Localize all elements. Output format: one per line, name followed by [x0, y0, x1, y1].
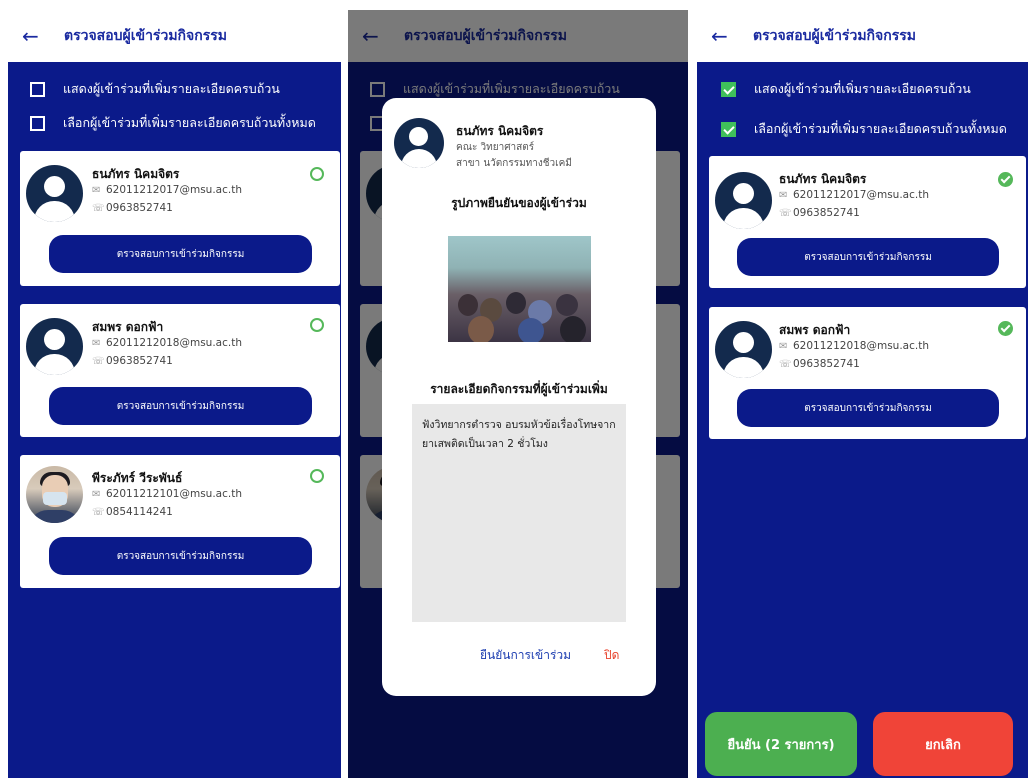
page-title: ตรวจสอบผู้เข้าร่วมกิจกรรม	[753, 28, 916, 44]
select-all-checkbox-checked[interactable]	[721, 121, 736, 137]
participant-email: ✉ 62011212017@msu.ac.th	[92, 184, 242, 196]
app-bar: ← ตรวจสอบผู้เข้าร่วมกิจกรรม	[697, 10, 1028, 62]
confirmation-photo[interactable]	[448, 236, 591, 342]
page-title: ตรวจสอบผู้เข้าร่วมกิจกรรม	[64, 28, 227, 44]
show-details-option[interactable]: แสดงผู้เข้าร่วมที่เพิ่มรายละเอียดครบถ้วน	[8, 72, 341, 106]
verify-button[interactable]: ตรวจสอบการเข้าร่วมกิจกรรม	[49, 537, 312, 575]
avatar	[715, 172, 772, 229]
phone-icon: ☏	[92, 506, 105, 518]
select-all-option[interactable]: เลือกผู้เข้าร่วมที่เพิ่มรายละเอียดครบถ้ว…	[697, 112, 1028, 146]
cancel-selection-button[interactable]: ยกเลิก	[873, 712, 1013, 776]
select-circle[interactable]	[310, 167, 324, 181]
mail-icon: ✉	[779, 189, 788, 201]
phone-icon: ☏	[92, 202, 105, 214]
participant-name: พีระภัทร์ วีระพันธ์	[92, 471, 183, 485]
close-button[interactable]: ปิด	[604, 646, 619, 665]
participant-phone: ☏ 0854114241	[92, 506, 173, 518]
avatar	[26, 318, 83, 375]
app-bar: ← ตรวจสอบผู้เข้าร่วมกิจกรรม	[8, 10, 341, 62]
phone-icon: ☏	[779, 207, 792, 219]
mail-icon: ✉	[92, 337, 101, 349]
participant-card: สมพร ดอกฟ้า ✉ 62011212018@msu.ac.th ☏ 0963…	[20, 304, 340, 437]
participant-card-selected: สมพร ดอกฟ้า ✉ 62011212018@msu.ac.th ☏ 0963…	[709, 307, 1026, 439]
mail-icon: ✉	[92, 184, 101, 196]
show-details-label: แสดงผู้เข้าร่วมที่เพิ่มรายละเอียดครบถ้วน	[754, 81, 971, 96]
participant-detail-dialog: ธนภัทร นิคมจิตร คณะ วิทยาศาสตร์ สาขา นวั…	[382, 98, 656, 696]
participant-phone: ☏ 0963852741	[779, 207, 860, 219]
select-circle[interactable]	[310, 469, 324, 483]
photo-section-title: รูปภาพยืนยันของผู้เข้าร่วม	[451, 196, 587, 210]
mail-icon: ✉	[779, 340, 788, 352]
avatar-photo	[26, 466, 83, 523]
activity-detail-text: ฟังวิทยากรตำรวจ อบรมหัวข้อเรื่องโทษจากยา…	[422, 419, 616, 450]
avatar	[715, 321, 772, 378]
verify-button[interactable]: ตรวจสอบการเข้าร่วมกิจกรรม	[737, 389, 999, 427]
show-details-checkbox-checked[interactable]	[721, 81, 736, 97]
participant-phone: ☏ 0963852741	[92, 355, 173, 367]
detail-section-title: รายละเอียดกิจกรรมที่ผู้เข้าร่วมเพิ่ม	[430, 382, 608, 396]
participant-card-selected: ธนภัทร นิคมจิตร ✉ 62011212017@msu.ac.th ☏…	[709, 156, 1026, 288]
show-details-option[interactable]: แสดงผู้เข้าร่วมที่เพิ่มรายละเอียดครบถ้วน	[697, 72, 1028, 106]
dialog-participant-name: ธนภัทร นิคมจิตร	[456, 124, 544, 138]
avatar	[26, 165, 83, 222]
select-all-label: เลือกผู้เข้าร่วมที่เพิ่มรายละเอียดครบถ้ว…	[63, 115, 316, 130]
verify-button[interactable]: ตรวจสอบการเข้าร่วมกิจกรรม	[737, 238, 999, 276]
participant-card: พีระภัทร์ วีระพันธ์ ✉ 62011212101@msu.ac.…	[20, 455, 340, 588]
select-all-option[interactable]: เลือกผู้เข้าร่วมที่เพิ่มรายละเอียดครบถ้ว…	[8, 106, 341, 140]
verify-button[interactable]: ตรวจสอบการเข้าร่วมกิจกรรม	[49, 235, 312, 273]
verify-button[interactable]: ตรวจสอบการเข้าร่วมกิจกรรม	[49, 387, 312, 425]
participant-card: ธนภัทร นิคมจิตร ✉ 62011212017@msu.ac.th ☏…	[20, 151, 340, 286]
avatar	[394, 118, 444, 168]
screen-selected: ← ตรวจสอบผู้เข้าร่วมกิจกรรม แสดงผู้เข้าร…	[697, 10, 1028, 778]
back-arrow-icon[interactable]: ←	[22, 24, 50, 48]
confirm-participation-button[interactable]: ยืนยันการเข้าร่วม	[480, 646, 571, 665]
dialog-major: สาขา นวัตกรรมทางชีวเคมี	[456, 158, 572, 169]
phone-icon: ☏	[92, 355, 105, 367]
participant-name: สมพร ดอกฟ้า	[92, 320, 164, 334]
dialog-faculty: คณะ วิทยาศาสตร์	[456, 142, 535, 153]
participant-email: ✉ 62011212018@msu.ac.th	[92, 337, 242, 349]
participant-phone: ☏ 0963852741	[779, 358, 860, 370]
phone-icon: ☏	[779, 358, 792, 370]
selected-check-icon[interactable]	[998, 172, 1013, 187]
selected-check-icon[interactable]	[998, 321, 1013, 336]
participant-name: สมพร ดอกฟ้า	[779, 323, 851, 337]
participant-email: ✉ 62011212017@msu.ac.th	[779, 189, 929, 201]
participant-email: ✉ 62011212101@msu.ac.th	[92, 488, 242, 500]
show-details-label: แสดงผู้เข้าร่วมที่เพิ่มรายละเอียดครบถ้วน	[63, 81, 280, 96]
confirm-selection-button[interactable]: ยืนยัน (2 รายการ)	[705, 712, 857, 776]
participant-email: ✉ 62011212018@msu.ac.th	[779, 340, 929, 352]
select-all-checkbox[interactable]	[30, 115, 45, 131]
participant-name: ธนภัทร นิคมจิตร	[92, 167, 180, 181]
select-circle[interactable]	[310, 318, 324, 332]
show-details-checkbox[interactable]	[30, 81, 45, 97]
screen-modal: ← ตรวจสอบผู้เข้าร่วมกิจกรรม แสดงผู้เข้าร…	[348, 10, 688, 778]
select-all-label: เลือกผู้เข้าร่วมที่เพิ่มรายละเอียดครบถ้ว…	[754, 121, 1007, 136]
mail-icon: ✉	[92, 488, 101, 500]
participant-phone: ☏ 0963852741	[92, 202, 173, 214]
activity-detail-box: ฟังวิทยากรตำรวจ อบรมหัวข้อเรื่องโทษจากยา…	[412, 404, 626, 622]
participant-name: ธนภัทร นิคมจิตร	[779, 172, 867, 186]
screen-list: ← ตรวจสอบผู้เข้าร่วมกิจกรรม แสดงผู้เข้าร…	[8, 10, 341, 778]
back-arrow-icon[interactable]: ←	[711, 24, 739, 48]
